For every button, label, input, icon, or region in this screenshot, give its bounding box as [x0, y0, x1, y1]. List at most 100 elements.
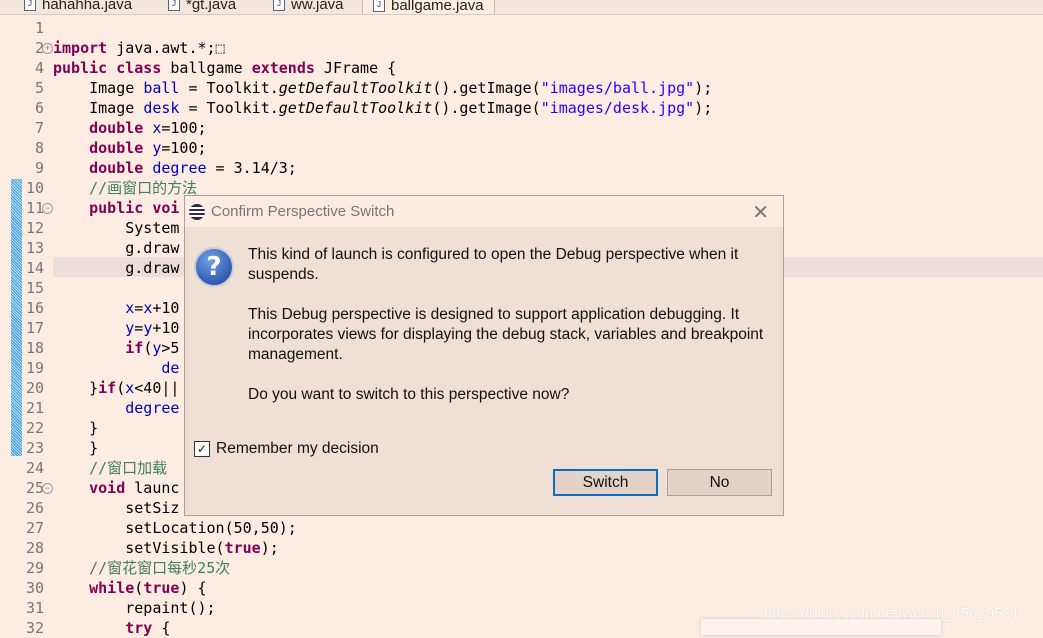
line-number: 17: [25, 319, 44, 337]
code-token: true: [224, 539, 261, 557]
question-icon: ?: [194, 247, 234, 287]
tab-label: hahahha.java: [42, 0, 133, 13]
code-token: while: [53, 579, 135, 597]
line-number: 27: [25, 519, 44, 537]
tab--gt-java[interactable]: J *gt.java: [158, 0, 246, 14]
line-number: 31: [25, 599, 44, 617]
code-token: <40||: [134, 379, 180, 397]
line-number: 13: [25, 239, 44, 257]
code-token: g.draw: [53, 239, 180, 257]
dialog-message-1: This kind of launch is configured to ope…: [248, 246, 739, 283]
code-token: getDefaultToolkit: [278, 79, 433, 97]
close-icon[interactable]: ✕: [752, 200, 769, 225]
code-line: double degree = 3.14/3;: [53, 158, 297, 178]
code-token: =: [134, 299, 144, 317]
collapse-fold-icon[interactable]: −: [42, 483, 53, 494]
code-line: //画窗口的方法: [53, 178, 197, 198]
code-token: System: [53, 219, 180, 237]
tab-ww-java[interactable]: Jww.java: [263, 0, 354, 14]
line-number: 4: [34, 59, 44, 77]
code-token: de: [53, 359, 180, 377]
code-token: (: [134, 579, 144, 597]
code-line: setVisible(true);: [53, 538, 279, 558]
code-line: try {: [53, 618, 170, 638]
line-number: 29: [25, 559, 44, 577]
code-token: repaint();: [53, 599, 216, 617]
code-line: public class ballgame extends JFrame {: [53, 58, 396, 78]
line-number: 18: [25, 339, 44, 357]
checkbox-check-icon[interactable]: ✓: [194, 441, 210, 457]
code-token: //窗花窗口每秒25次: [53, 559, 231, 577]
code-line: void launc: [53, 478, 179, 498]
line-number: 11: [25, 199, 44, 217]
line-number: 19: [25, 359, 44, 377]
code-token: g.draw: [53, 259, 180, 277]
code-token: );: [694, 79, 713, 97]
code-line: g.draw: [53, 238, 179, 258]
line-number: 28: [25, 539, 44, 557]
code-token: "images/desk.jpg": [540, 99, 695, 117]
collapse-fold-icon[interactable]: −: [42, 203, 53, 214]
line-number: 6: [34, 99, 44, 117]
code-token: degree: [53, 399, 180, 417]
code-token: x: [125, 379, 135, 397]
code-line: g.draw: [53, 258, 179, 278]
tab-hahahha-java[interactable]: Jhahahha.java: [14, 0, 142, 14]
line-number: 14: [25, 259, 44, 277]
java-file-icon: J: [373, 0, 385, 12]
line-number: 22: [25, 419, 44, 437]
code-token: ball: [143, 79, 180, 97]
line-number: 23: [25, 439, 44, 457]
tab-label: ballgame.java: [391, 0, 484, 14]
line-number: 26: [25, 499, 44, 517]
code-token: ) {: [179, 579, 207, 597]
code-line: degree: [53, 398, 179, 418]
code-token: JFrame {: [314, 59, 397, 77]
code-token: >5: [161, 339, 180, 357]
code-token: =100;: [161, 119, 207, 137]
remember-decision-checkbox[interactable]: ✓ Remember my decision: [194, 440, 379, 458]
code-token: =100;: [161, 139, 207, 157]
line-number: 25: [25, 479, 44, 497]
code-token: );: [694, 99, 713, 117]
code-token: setLocation(50,50);: [53, 519, 297, 537]
line-number: 5: [34, 79, 44, 97]
code-token: }: [53, 419, 99, 437]
tab-label: *gt.java: [186, 0, 237, 13]
code-line: de: [53, 358, 179, 378]
code-line: Image desk = Toolkit.getDefaultToolkit()…: [53, 98, 712, 118]
code-token: = Toolkit.: [179, 79, 279, 97]
code-token: Image: [53, 79, 144, 97]
code-token: ().getImage(: [432, 99, 541, 117]
code-token: (: [116, 379, 126, 397]
line-number: 20: [25, 379, 44, 397]
line-number: 2: [34, 39, 44, 57]
code-token: +10: [152, 319, 180, 337]
code-line: //窗花窗口每秒25次: [53, 558, 230, 578]
code-token: java.awt.*;: [107, 39, 216, 57]
change-indicator-strip: [11, 179, 22, 456]
code-line: System: [53, 218, 179, 238]
no-button[interactable]: No: [667, 469, 772, 496]
code-token: Image: [53, 99, 144, 117]
confirm-perspective-switch-dialog: Confirm Perspective Switch ✕ ? This kind…: [184, 195, 784, 516]
code-token: setVisible(: [53, 539, 225, 557]
line-number: 32: [25, 619, 44, 637]
watermark: https://blog.csdn.net/weixin_45629531: [764, 605, 1020, 622]
code-token: if: [53, 339, 144, 357]
switch-button[interactable]: Switch: [553, 469, 658, 496]
code-line: import java.awt.*;⬚: [53, 38, 225, 58]
code-token: public voi: [53, 199, 180, 217]
editor-tabs: Jhahahha.java J *gt.java Jww.java Jballgame.…: [0, 0, 1043, 15]
dialog-message-3: Do you want to switch to this perspectiv…: [248, 386, 570, 403]
expand-fold-icon[interactable]: +: [42, 43, 53, 54]
code-token: =: [134, 319, 144, 337]
code-line: double y=100;: [53, 138, 207, 158]
code-token: x: [53, 299, 135, 317]
code-line: if(y>5: [53, 338, 179, 358]
code-token: = 3.14/3;: [206, 159, 297, 177]
line-number: 30: [25, 579, 44, 597]
line-number: 10: [25, 179, 44, 197]
line-number: 1: [34, 19, 44, 37]
tab-ballgame-java[interactable]: Jballgame.java: [362, 0, 495, 14]
